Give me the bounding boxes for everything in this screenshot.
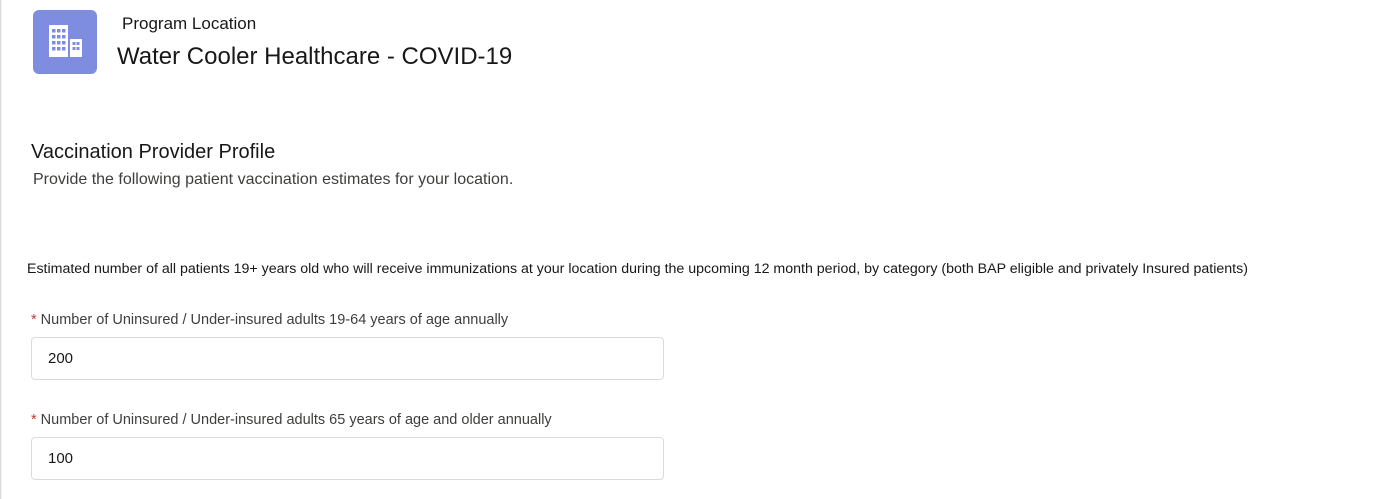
location-building-icon — [33, 10, 97, 74]
record-title: Water Cooler Healthcare - COVID-19 — [117, 43, 513, 70]
required-asterisk: * — [31, 312, 37, 328]
category-note: Estimated number of all patients 19+ yea… — [27, 261, 1248, 277]
section-description: Provide the following patient vaccinatio… — [33, 171, 514, 188]
uninsured-adults-65-plus-field: * Number of Uninsured / Under-insured adu… — [31, 411, 664, 480]
field-label-text: Number of Uninsured / Under-insured adul… — [40, 412, 552, 428]
program-location-page: Program Location Water Cooler Healthcare… — [0, 0, 1386, 499]
uninsured-adults-19-64-field: * Number of Uninsured / Under-insured adu… — [31, 311, 664, 380]
field-label-text: Number of Uninsured / Under-insured adul… — [40, 312, 509, 328]
uninsured-adults-19-64-input[interactable] — [31, 337, 664, 380]
profile-section: Vaccination Provider Profile Provide the… — [31, 140, 513, 190]
uninsured-adults-65-plus-input[interactable] — [31, 437, 664, 480]
header-text: Program Location Water Cooler Healthcare… — [117, 10, 512, 72]
field-label: * Number of Uninsured / Under-insured adu… — [31, 311, 664, 329]
required-asterisk: * — [31, 412, 37, 428]
section-title: Vaccination Provider Profile — [31, 141, 276, 163]
record-type-label: Program Location — [122, 14, 257, 33]
field-label: * Number of Uninsured / Under-insured adu… — [31, 411, 664, 429]
page-header: Program Location Water Cooler Healthcare… — [33, 10, 512, 76]
